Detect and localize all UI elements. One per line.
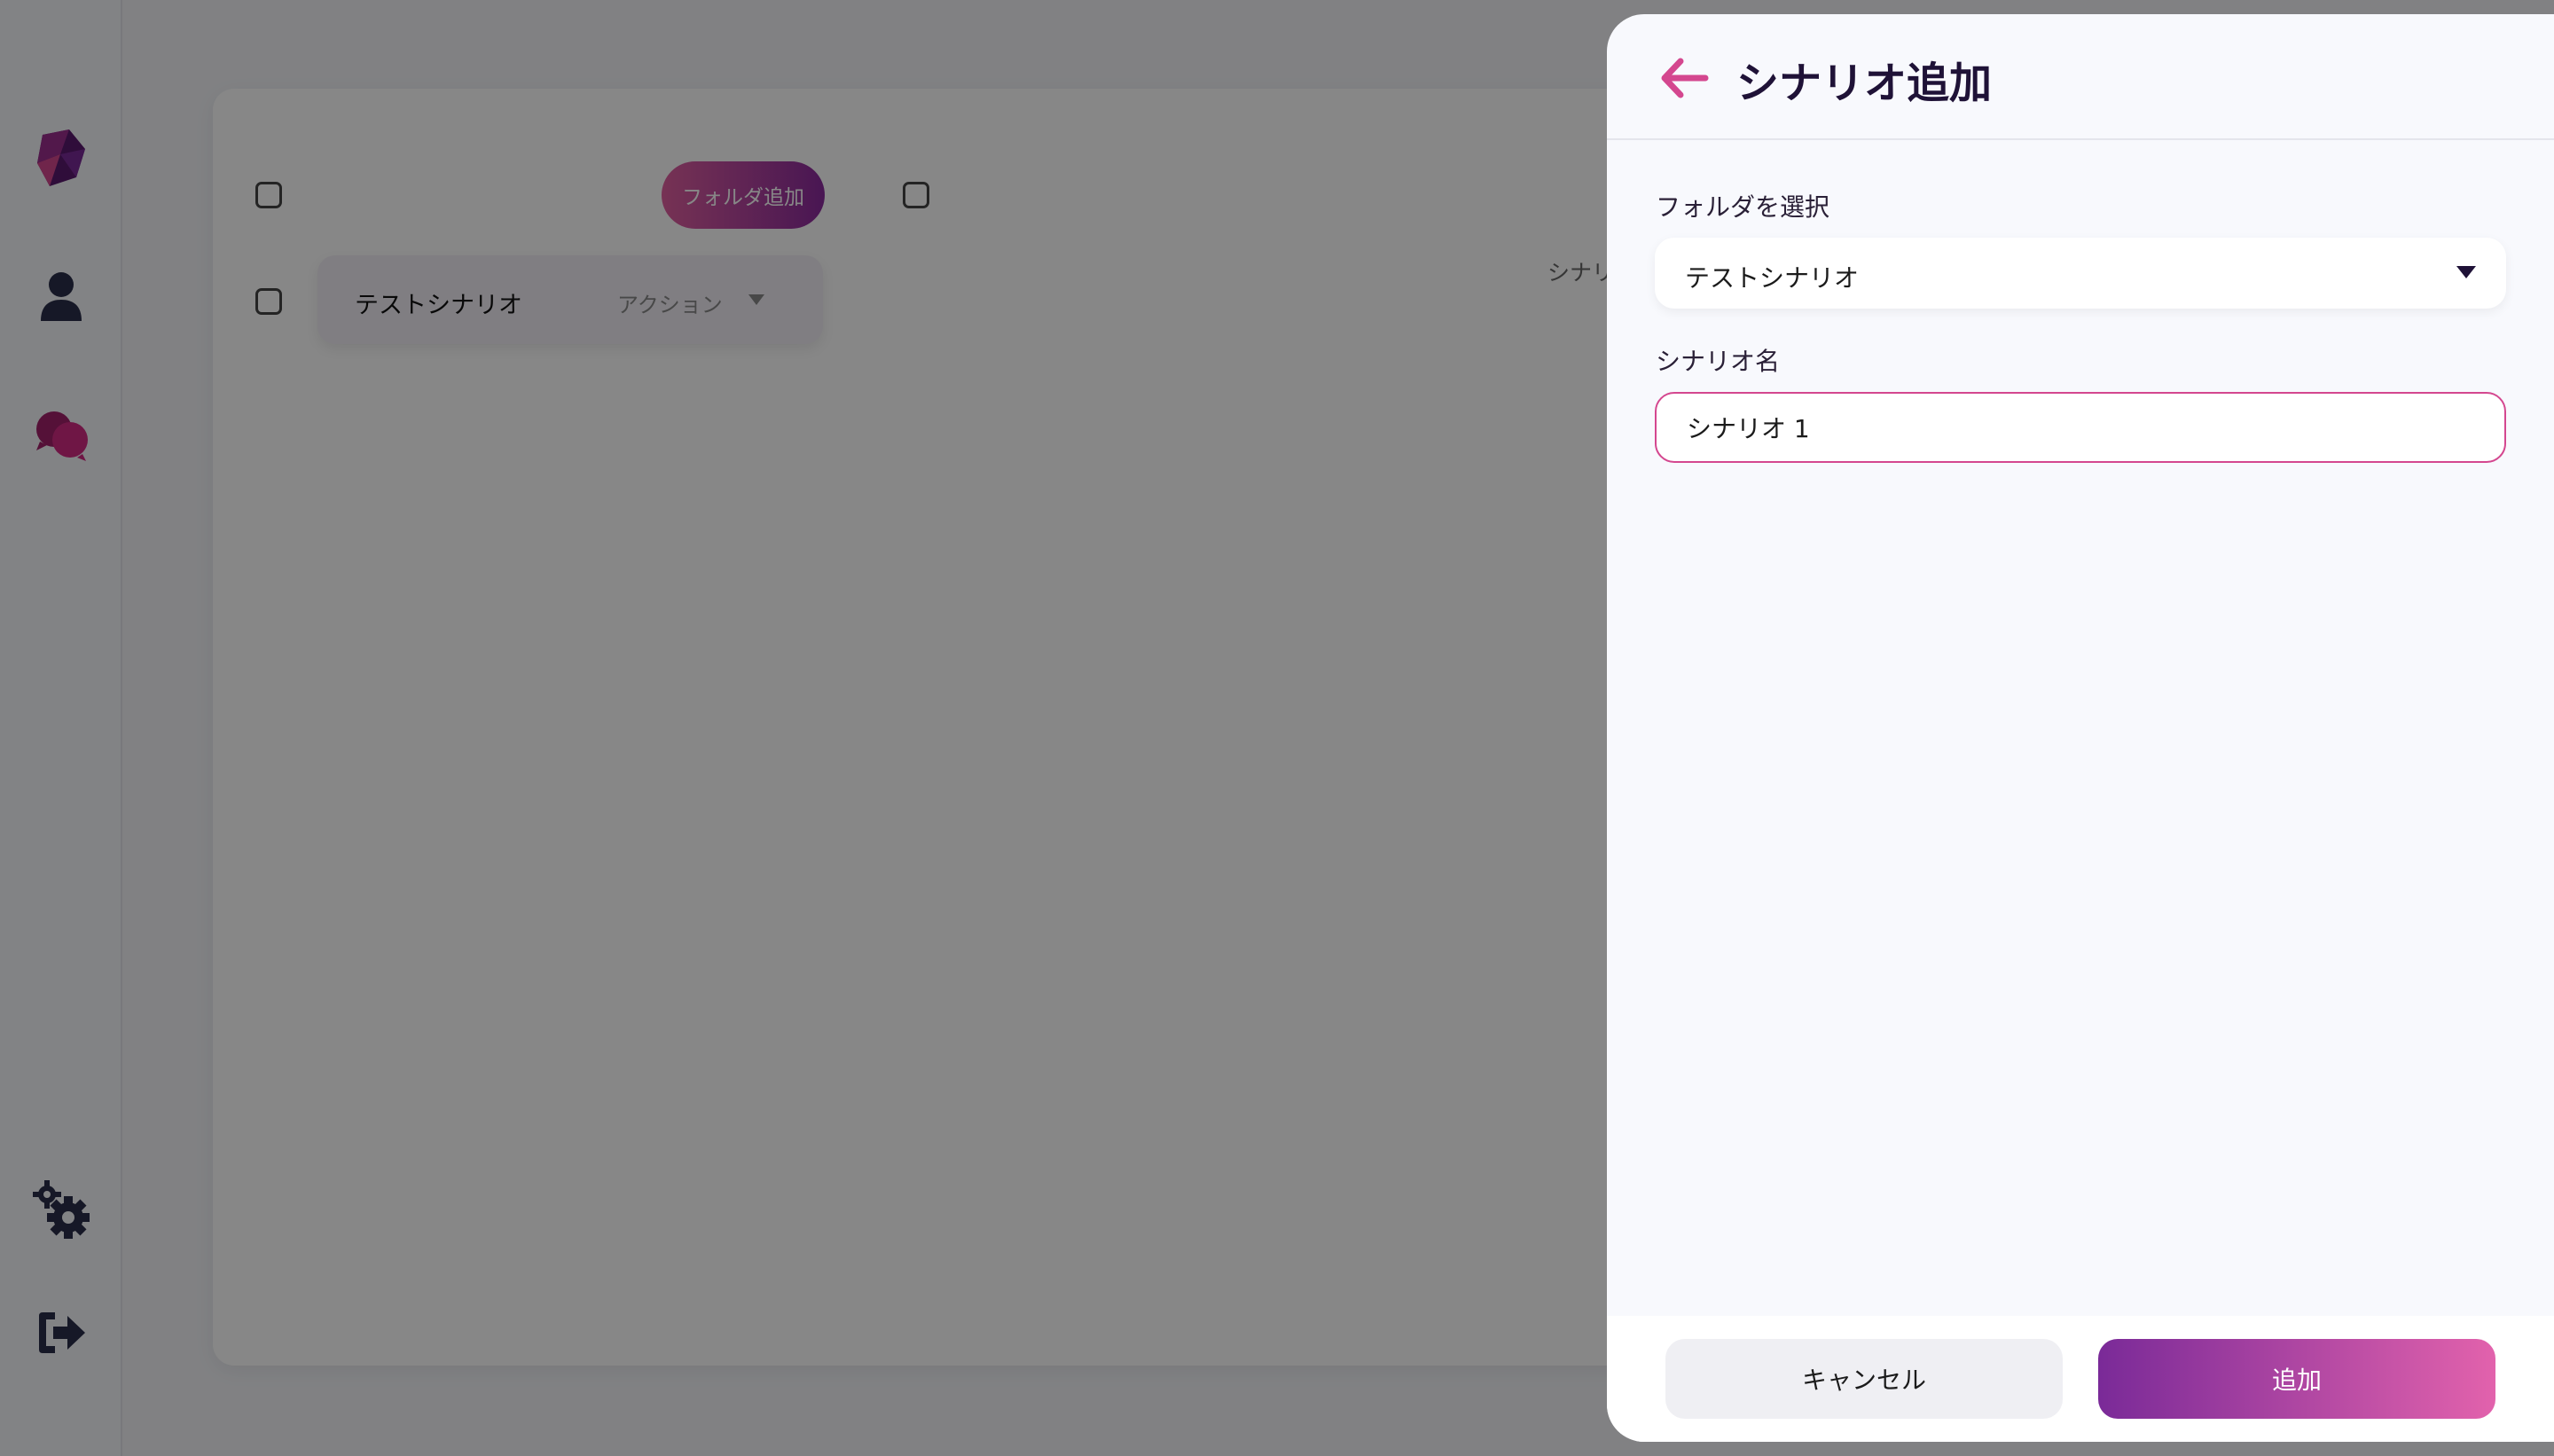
panel-title: シナリオ追加 xyxy=(1736,59,1993,108)
add-scenario-panel: シナリオ追加 フォルダを選択 テストシナリオ シナリオ名 キャンセル 追加 xyxy=(1607,14,2554,1442)
scenario-name-label: シナリオ名 xyxy=(1656,347,1781,376)
panel-footer: キャンセル 追加 xyxy=(1607,1316,2554,1442)
cancel-button[interactable]: キャンセル xyxy=(1665,1339,2063,1419)
folder-select-value: テストシナリオ xyxy=(1685,263,1860,293)
panel-header: シナリオ追加 xyxy=(1607,14,2554,140)
app-root: フォルダ追加 テストシナリオ アクション シナリ シナリオ追加 フォルダを選択 … xyxy=(0,0,2554,1456)
caret-down-icon[interactable] xyxy=(2456,266,2476,278)
folder-select-label: フォルダを選択 xyxy=(1656,192,1830,222)
add-button[interactable]: 追加 xyxy=(2098,1339,2495,1419)
back-arrow-icon[interactable] xyxy=(1657,50,1713,106)
scenario-name-input[interactable] xyxy=(1655,392,2506,463)
folder-select[interactable]: テストシナリオ xyxy=(1655,238,2506,309)
